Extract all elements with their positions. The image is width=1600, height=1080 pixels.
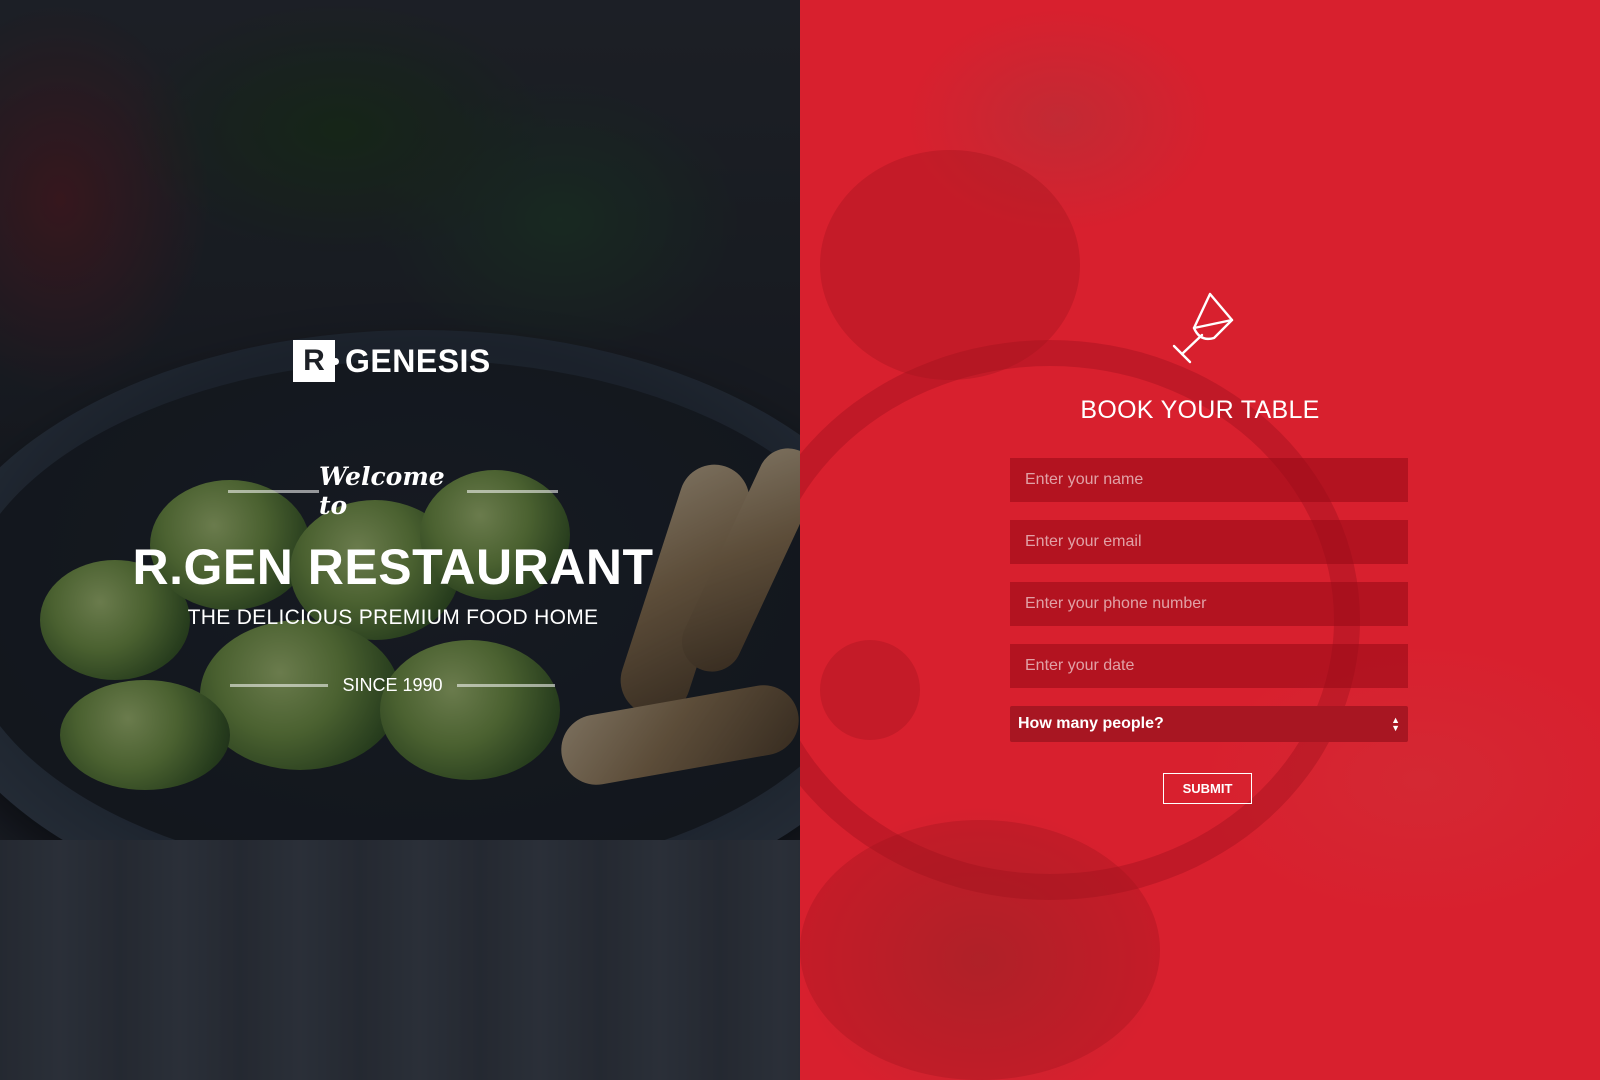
background-blob xyxy=(820,640,920,740)
booking-panel: BOOK YOUR TABLE How many people? ▲▼ SUBM… xyxy=(800,0,1600,1080)
select-arrows-icon: ▲ ▼ xyxy=(1391,715,1400,733)
booking-title: BOOK YOUR TABLE xyxy=(1080,396,1320,424)
restaurant-title: R.GEN RESTAURANT xyxy=(132,539,654,595)
email-input[interactable] xyxy=(1010,520,1408,564)
brand-logo[interactable]: R GENESIS xyxy=(293,340,491,382)
restaurant-subtitle: THE DELICIOUS PREMIUM FOOD HOME xyxy=(187,606,599,629)
since-row: SINCE 1990 xyxy=(230,675,555,696)
logo-mark-letter: R xyxy=(303,344,325,377)
submit-button[interactable]: SUBMIT xyxy=(1163,773,1252,804)
welcome-text: Welcome to xyxy=(319,462,445,520)
logo-mark: R xyxy=(293,340,339,382)
divider-line xyxy=(457,684,555,687)
hero-panel: R GENESIS Welcome to R.GEN RESTAURANT TH… xyxy=(0,0,800,1080)
background-blob xyxy=(820,150,1080,380)
wine-glass-icon xyxy=(1172,292,1234,364)
since-text: SINCE 1990 xyxy=(342,675,443,695)
divider-line xyxy=(230,684,328,687)
phone-input[interactable] xyxy=(1010,582,1408,626)
logo-text: GENESIS xyxy=(345,342,491,379)
people-select-value: How many people? xyxy=(1018,715,1164,732)
divider-line xyxy=(467,489,558,493)
name-input[interactable] xyxy=(1010,458,1408,502)
divider-line xyxy=(228,489,319,493)
background-blob xyxy=(800,820,1160,1080)
people-select[interactable]: How many people? ▲ ▼ xyxy=(1010,706,1408,742)
date-input[interactable] xyxy=(1010,644,1408,688)
welcome-row: Welcome to xyxy=(228,462,558,520)
logo-dot xyxy=(332,358,339,365)
